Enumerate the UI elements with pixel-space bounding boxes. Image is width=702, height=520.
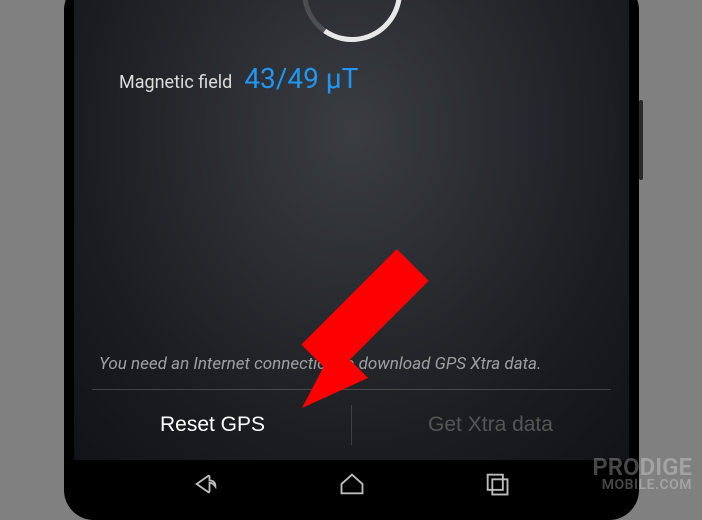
reset-gps-button[interactable]: Reset GPS bbox=[74, 390, 351, 460]
app-screen: Magnetic field 43/49 μT You need an Inte… bbox=[74, 0, 629, 460]
phone-frame: Magnetic field 43/49 μT You need an Inte… bbox=[64, 0, 639, 520]
phone-side-button bbox=[639, 100, 643, 180]
back-icon[interactable] bbox=[192, 470, 220, 498]
magnetic-field-value: 43/49 μT bbox=[244, 62, 358, 95]
info-message: You need an Internet connection to downl… bbox=[99, 353, 604, 375]
magnetic-field-label: Magnetic field bbox=[119, 72, 232, 93]
gauge-indicator bbox=[294, 0, 410, 50]
android-navbar bbox=[74, 460, 629, 508]
home-icon[interactable] bbox=[338, 470, 366, 498]
bottom-button-row: Reset GPS Get Xtra data bbox=[74, 390, 629, 460]
recent-apps-icon[interactable] bbox=[483, 470, 511, 498]
watermark: PRODIGE MOBILE.COM bbox=[592, 456, 692, 492]
watermark-line1: PRODIGE bbox=[592, 456, 692, 479]
compass-gauge bbox=[302, 0, 402, 42]
gauge-track bbox=[302, 0, 402, 42]
get-xtra-data-button[interactable]: Get Xtra data bbox=[352, 390, 629, 460]
watermark-line2: MOBILE.COM bbox=[592, 479, 692, 492]
magnetic-field-row: Magnetic field 43/49 μT bbox=[119, 62, 358, 95]
